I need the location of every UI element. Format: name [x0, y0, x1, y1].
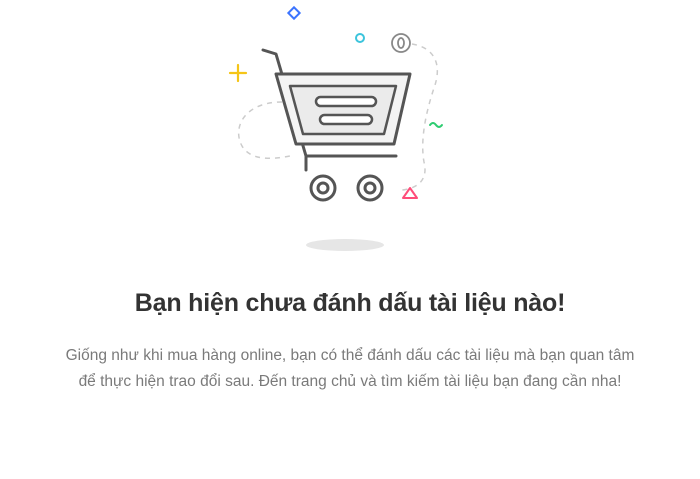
dashed-orbit-left [237, 101, 291, 160]
diamond-icon [286, 5, 302, 21]
empty-state-description: Giống như khi mua hàng online, bạn có th… [0, 343, 700, 395]
empty-state-title: Bạn hiện chưa đánh dấu tài liệu nào! [134, 289, 566, 317]
empty-favorites-page: Bạn hiện chưa đánh dấu tài liệu nào! Giố… [0, 0, 700, 479]
shopping-cart-icon [261, 48, 412, 202]
circle-icon [355, 33, 365, 43]
description-line-1: Giống như khi mua hàng online, bạn có th… [65, 347, 635, 364]
sparkle-icon [228, 63, 248, 83]
squiggle-icon [429, 122, 443, 128]
dashed-orbit-right [401, 43, 438, 191]
coin-icon [391, 33, 411, 53]
description-line-2: để thực hiện trao đổi sau. Đến trang chủ… [78, 373, 622, 390]
empty-cart-illustration [228, 5, 443, 251]
cart-shadow [306, 239, 384, 251]
